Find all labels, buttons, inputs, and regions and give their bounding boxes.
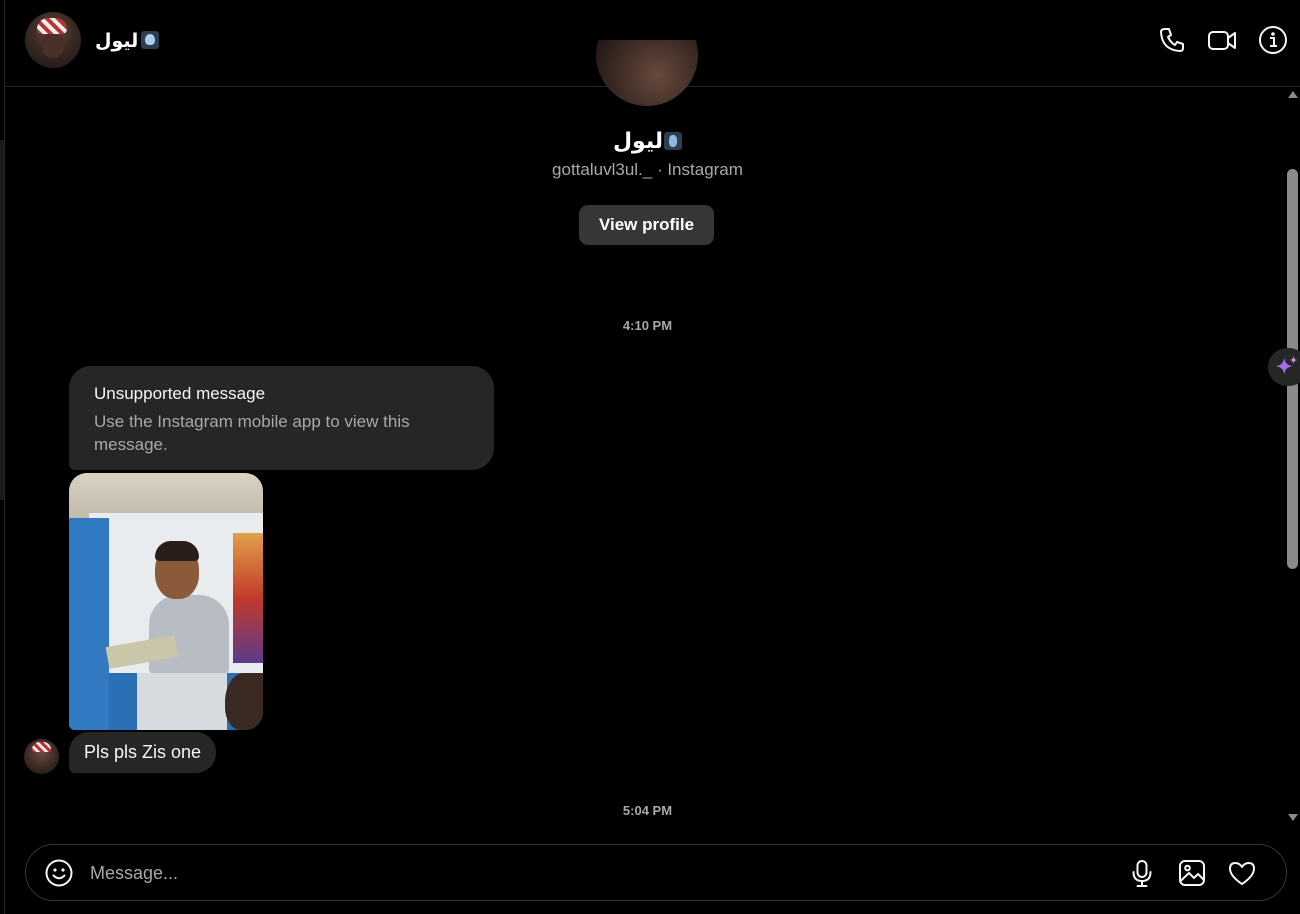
info-icon — [1259, 26, 1287, 54]
scroll-up-arrow-icon[interactable] — [1288, 91, 1298, 98]
video-call-icon — [1208, 31, 1236, 50]
voice-clip-button[interactable] — [1127, 858, 1157, 888]
unsupported-message-body: Use the Instagram mobile app to view thi… — [94, 412, 410, 454]
image-icon — [1179, 860, 1205, 886]
header-username[interactable]: ليول — [95, 30, 160, 53]
message-list-scrollbar[interactable] — [1285, 87, 1300, 825]
avatar-hat — [37, 18, 67, 34]
sender-avatar[interactable] — [24, 739, 59, 774]
ai-assistant-button[interactable] — [1268, 348, 1300, 386]
photo-person-shirt — [149, 595, 229, 675]
photo-blue-folder — [69, 518, 109, 730]
message-input[interactable] — [90, 859, 990, 887]
xray-emoji-icon — [664, 132, 683, 150]
photo-second-person — [225, 673, 263, 730]
photo-side-image — [233, 533, 263, 663]
emoji-icon — [45, 859, 73, 887]
text-message-bubble[interactable]: Pls pls Zis one — [69, 732, 217, 773]
message-timestamp: 5:04 PM — [622, 803, 673, 818]
avatar-face — [42, 32, 64, 58]
scroll-down-arrow-icon[interactable] — [1288, 814, 1298, 821]
like-heart-button[interactable] — [1227, 858, 1257, 888]
phone-icon — [1160, 28, 1184, 52]
profile-display-name: ليول — [0, 128, 1295, 154]
emoji-picker-button[interactable] — [44, 858, 74, 888]
profile-name-text: ليول — [612, 128, 664, 153]
profile-username-subtitle: gottaluvl3ul._ · Instagram — [552, 160, 743, 179]
profile-avatar-image — [596, 40, 698, 106]
conversation-info-button[interactable] — [1257, 24, 1289, 56]
profile-avatar[interactable] — [596, 40, 698, 106]
video-call-button[interactable] — [1206, 24, 1238, 56]
photo-message[interactable] — [69, 473, 263, 730]
phone-call-button[interactable] — [1156, 24, 1188, 56]
sparkle-icon — [1275, 355, 1298, 375]
text-message-content: Pls pls Zis one — [84, 742, 202, 762]
microphone-icon — [1132, 860, 1152, 887]
message-composer — [25, 844, 1287, 901]
photo-bins — [137, 673, 227, 730]
unsupported-message-bubble[interactable]: Unsupported message Use the Instagram mo… — [69, 366, 494, 470]
header-avatar[interactable] — [25, 12, 81, 68]
unsupported-message-title: Unsupported message — [94, 384, 266, 403]
message-timestamp: 4:10 PM — [622, 318, 673, 333]
header-username-text: ليول — [95, 31, 139, 52]
heart-icon — [1229, 862, 1255, 885]
photo-person-hair — [155, 541, 199, 561]
sender-avatar-hat — [32, 742, 51, 752]
view-profile-button[interactable]: View profile — [579, 205, 714, 245]
attach-image-button[interactable] — [1177, 858, 1207, 888]
skull-emoji-icon — [141, 31, 160, 49]
